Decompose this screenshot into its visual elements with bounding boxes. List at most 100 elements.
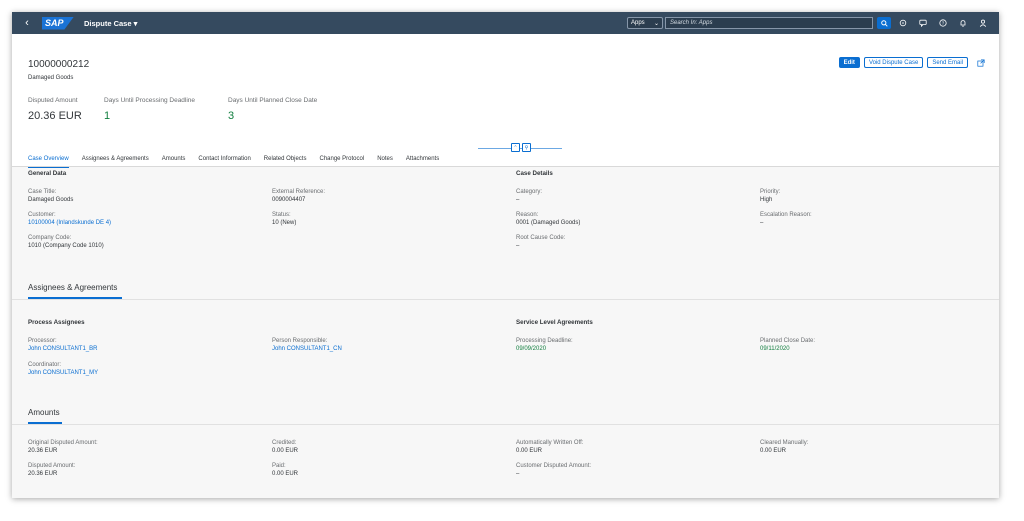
person-responsible-link[interactable]: John CONSULTANT1_CN xyxy=(272,346,502,352)
field-label: Customer Disputed Amount: xyxy=(516,463,592,469)
field-value: High xyxy=(760,197,773,203)
chevron-down-icon: ⌄ xyxy=(653,20,659,27)
coordinator-link[interactable]: John CONSULTANT1_MY xyxy=(28,370,258,376)
field-label: Reason: xyxy=(516,212,539,218)
kpi-processing-deadline-label: Days Until Processing Deadline xyxy=(104,97,196,104)
notification-settings-icon[interactable] xyxy=(895,16,911,30)
field-label: Processing Deadline: xyxy=(516,338,573,344)
sap-logo[interactable]: SAP xyxy=(42,16,74,30)
field-processing-deadline: Processing Deadline: 09/09/2020 xyxy=(516,338,746,352)
app-title-menu[interactable]: Dispute Case ▾ xyxy=(84,19,137,28)
section-divider xyxy=(12,299,999,300)
send-email-button[interactable]: Send Email xyxy=(927,57,968,68)
kpi-disputed-amount-label: Disputed Amount xyxy=(28,97,78,104)
bell-icon[interactable] xyxy=(955,16,971,30)
field-value: 20.36 EUR xyxy=(28,471,58,477)
help-icon[interactable]: ? xyxy=(935,16,951,30)
field-value: 10 (New) xyxy=(272,220,297,226)
field-case-title: Case Title: Damaged Goods xyxy=(28,189,258,203)
field-label: Company Code: xyxy=(28,235,72,241)
field-label: Person Responsible: xyxy=(272,338,328,344)
field-label: Case Title: xyxy=(28,189,57,195)
field-status: Status: 10 (New) xyxy=(272,212,502,226)
back-icon[interactable]: ‹ xyxy=(20,17,34,29)
field-label: Category: xyxy=(516,189,543,195)
shell-bar: ‹ SAP Dispute Case ▾ Apps ⌄ Search In: A… xyxy=(12,12,999,34)
field-value: – xyxy=(760,220,764,226)
field-company-code: Company Code: 1010 (Company Code 1010) xyxy=(28,235,258,249)
field-customer: Customer: 10100004 (Inlandskunde DE 4) xyxy=(28,212,258,226)
field-label: External Reference: xyxy=(272,189,326,195)
search-scope-label: Apps xyxy=(631,20,645,26)
user-icon[interactable] xyxy=(975,16,991,30)
field-value: 0001 (Damaged Goods) xyxy=(516,220,581,226)
case-details-title: Case Details xyxy=(516,170,553,177)
object-header: 10000000212 Damaged Goods Edit Void Disp… xyxy=(12,34,999,168)
field-value: 09/11/2020 xyxy=(760,346,790,352)
assignees-section-title: Assignees & Agreements xyxy=(28,283,118,292)
field-external-reference: External Reference: 0090004407 xyxy=(272,189,502,203)
field-value: – xyxy=(516,197,520,203)
field-value: 0.00 EUR xyxy=(760,448,787,454)
search-icon[interactable] xyxy=(877,17,891,29)
field-label: Automatically Written Off: xyxy=(516,440,584,446)
field-label: Root Cause Code: xyxy=(516,235,566,241)
field-value: 0.00 EUR xyxy=(516,448,543,454)
field-person-responsible: Person Responsible: John CONSULTANT1_CN xyxy=(272,338,502,352)
field-value: – xyxy=(516,471,520,477)
field-value: 0.00 EUR xyxy=(272,448,299,454)
header-actions: Edit Void Dispute Case Send Email xyxy=(838,57,987,68)
field-reason: Reason: 0001 (Damaged Goods) xyxy=(516,212,746,226)
svg-text:?: ? xyxy=(942,21,945,26)
field-label: Cleared Manually: xyxy=(760,440,809,446)
collapse-line xyxy=(478,148,562,149)
field-value: Damaged Goods xyxy=(28,197,74,203)
field-label: Customer: xyxy=(28,212,56,218)
field-original-disputed-amount: Original Disputed Amount: 20.36 EUR xyxy=(28,440,258,454)
field-label: Paid: xyxy=(272,463,286,469)
header-collapse-controls: ⌃ ⚲ xyxy=(478,143,562,153)
field-value: 0090004407 xyxy=(272,197,306,203)
kpi-disputed-amount-value: 20.36 EUR xyxy=(28,110,82,122)
kpi-planned-close-label: Days Until Planned Close Date xyxy=(228,97,318,104)
field-label: Original Disputed Amount: xyxy=(28,440,98,446)
field-priority: Priority: High xyxy=(760,189,990,203)
field-coordinator: Coordinator: John CONSULTANT1_MY xyxy=(28,362,258,376)
field-cleared-manually: Cleared Manually: 0.00 EUR xyxy=(760,440,990,454)
field-label: Status: xyxy=(272,212,291,218)
processor-link[interactable]: John CONSULTANT1_BR xyxy=(28,346,258,352)
field-label: Escalation Reason: xyxy=(760,212,812,218)
field-escalation-reason: Escalation Reason: – xyxy=(760,212,990,226)
field-credited: Credited: 0.00 EUR xyxy=(272,440,502,454)
customer-link[interactable]: 10100004 (Inlandskunde DE 4) xyxy=(28,220,258,226)
amounts-section-title: Amounts xyxy=(28,408,60,417)
field-value: 20.36 EUR xyxy=(28,448,58,454)
kpi-processing-deadline-value: 1 xyxy=(104,110,111,122)
field-label: Priority: xyxy=(760,189,781,195)
field-label: Credited: xyxy=(272,440,297,446)
field-paid: Paid: 0.00 EUR xyxy=(272,463,502,477)
share-icon[interactable] xyxy=(975,57,987,68)
field-processor: Processor: John CONSULTANT1_BR xyxy=(28,338,258,352)
app-window: ‹ SAP Dispute Case ▾ Apps ⌄ Search In: A… xyxy=(12,12,999,498)
search-scope-select[interactable]: Apps ⌄ xyxy=(627,17,663,29)
field-value: 09/09/2020 xyxy=(516,346,547,352)
field-root-cause-code: Root Cause Code: – xyxy=(516,235,746,249)
chat-icon[interactable] xyxy=(915,16,931,30)
collapse-header-icon[interactable]: ⌃ xyxy=(511,143,520,152)
general-data-title: General Data xyxy=(28,170,67,177)
process-assignees-title: Process Assignees xyxy=(28,319,85,326)
field-label: Planned Close Date: xyxy=(760,338,816,344)
field-planned-close-date: Planned Close Date: 09/11/2020 xyxy=(760,338,990,352)
search-input[interactable]: Search In: Apps xyxy=(665,17,873,29)
field-label: Coordinator: xyxy=(28,362,62,368)
field-value: – xyxy=(516,243,520,249)
void-dispute-case-button[interactable]: Void Dispute Case xyxy=(863,57,924,68)
pin-header-icon[interactable]: ⚲ xyxy=(522,143,531,152)
field-automatically-written-off: Automatically Written Off: 0.00 EUR xyxy=(516,440,746,454)
sla-title: Service Level Agreements xyxy=(516,319,593,326)
edit-button[interactable]: Edit xyxy=(838,57,860,68)
field-customer-disputed-amount: Customer Disputed Amount: – xyxy=(516,463,746,477)
field-category: Category: – xyxy=(516,189,746,203)
kpi-planned-close-value: 3 xyxy=(228,110,235,122)
